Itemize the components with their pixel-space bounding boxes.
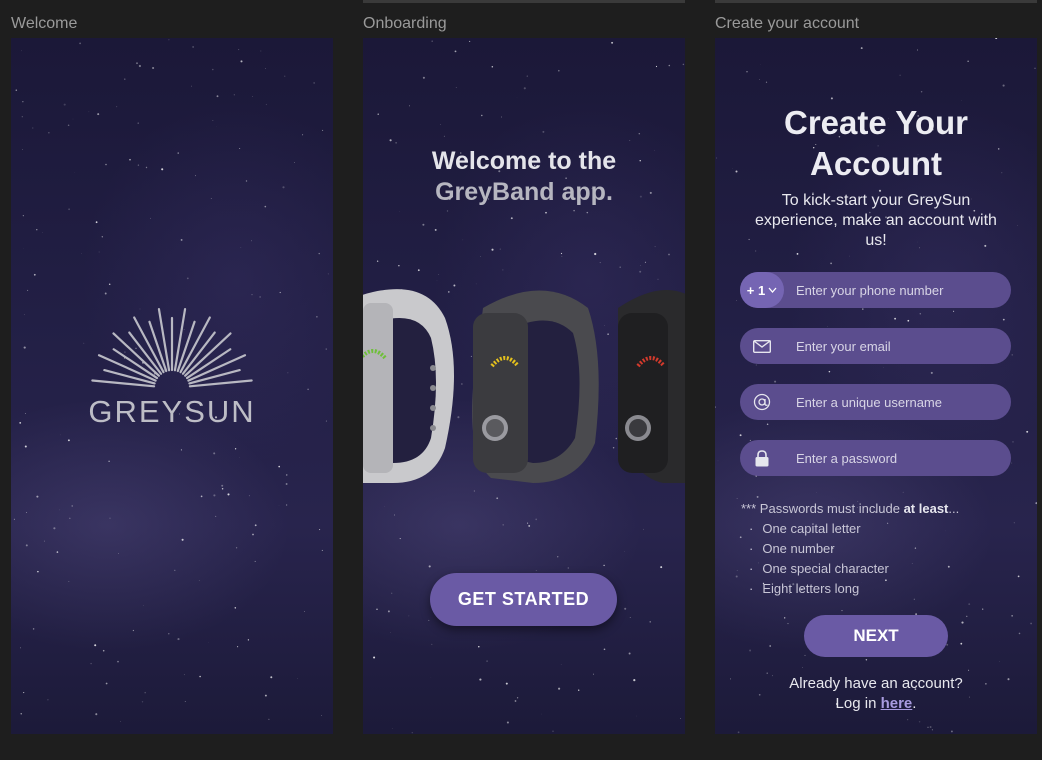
login-prompt: Already have an account? Log in here. [715, 674, 1037, 714]
rule-item: One number [749, 539, 959, 559]
chevron-down-icon [768, 287, 777, 293]
login-link[interactable]: here [881, 695, 913, 712]
at-sign-icon [740, 384, 784, 420]
white-band-icon [363, 289, 454, 483]
rule-item: One capital letter [749, 519, 959, 539]
onboarding-screen: Welcome to the GreyBand app. GET STARTED [363, 38, 685, 734]
envelope-icon [740, 328, 784, 364]
rule-item: Eight letters long [749, 579, 959, 599]
lock-icon [740, 440, 784, 476]
country-code-selector[interactable]: + 1 [740, 272, 784, 308]
password-requirements: *** Passwords must include at least... O… [741, 499, 959, 599]
username-input[interactable] [794, 393, 998, 411]
frame-label-create-account: Create your account [715, 15, 860, 32]
frame-label-welcome: Welcome [11, 15, 78, 32]
onboarding-title-line1: Welcome to the [431, 147, 617, 175]
frame-label-onboarding: Onboarding [363, 15, 447, 32]
country-code-value: + 1 [746, 282, 766, 298]
password-input[interactable] [794, 449, 998, 467]
rule-item: One special character [749, 559, 959, 579]
phone-input[interactable] [794, 281, 998, 299]
phone-field: + 1 [740, 272, 1011, 308]
email-input[interactable] [794, 337, 998, 355]
create-account-screen: Create Your Account To kick-start your G… [715, 38, 1037, 734]
black-band-icon [618, 290, 685, 483]
frame-top-edge [363, 0, 685, 3]
welcome-screen: GREYSUN [11, 38, 333, 734]
username-field [740, 384, 1011, 420]
create-account-title: Create Your Account [715, 102, 1037, 184]
onboarding-title: Welcome to the GreyBand app. [363, 146, 685, 208]
email-field [740, 328, 1011, 364]
frame-top-edge [715, 0, 1037, 3]
grey-band-icon [472, 290, 599, 483]
next-button[interactable]: NEXT [804, 615, 948, 657]
onboarding-title-line2: GreyBand app. [435, 178, 613, 206]
create-account-subtitle: To kick-start your GreySun experience, m… [755, 192, 997, 249]
sun-logo-icon [11, 306, 333, 401]
get-started-button[interactable]: GET STARTED [430, 573, 617, 626]
greysun-wordmark: GREYSUN [88, 394, 256, 429]
password-requirements-intro: *** Passwords must include at least... [741, 501, 960, 516]
create-account-title-line2: Account [810, 145, 942, 182]
fitness-bands-image [363, 289, 685, 483]
create-account-title-line1: Create Your [783, 104, 968, 141]
login-prompt-question: Already have an account? [789, 675, 963, 692]
password-field [740, 440, 1011, 476]
